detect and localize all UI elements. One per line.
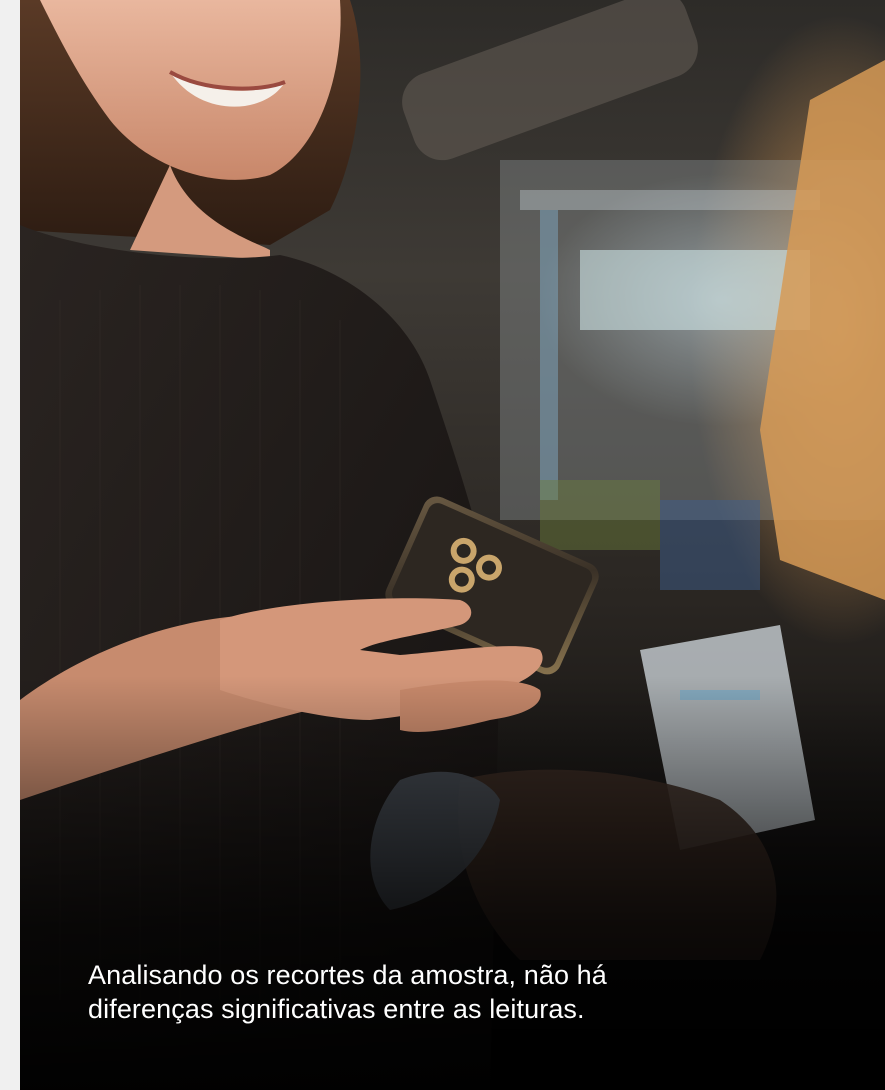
hero-photo: Analisando os recortes da amostra, não h… [20,0,885,1090]
caption: Analisando os recortes da amostra, não h… [88,958,788,1026]
caption-line-2: diferenças significativas entre as leitu… [88,994,585,1024]
slide: Analisando os recortes da amostra, não h… [0,0,885,1090]
left-margin [0,0,20,1090]
photo-woman-paying-with-phone [20,0,885,1090]
caption-line-1: Analisando os recortes da amostra, não h… [88,960,607,990]
